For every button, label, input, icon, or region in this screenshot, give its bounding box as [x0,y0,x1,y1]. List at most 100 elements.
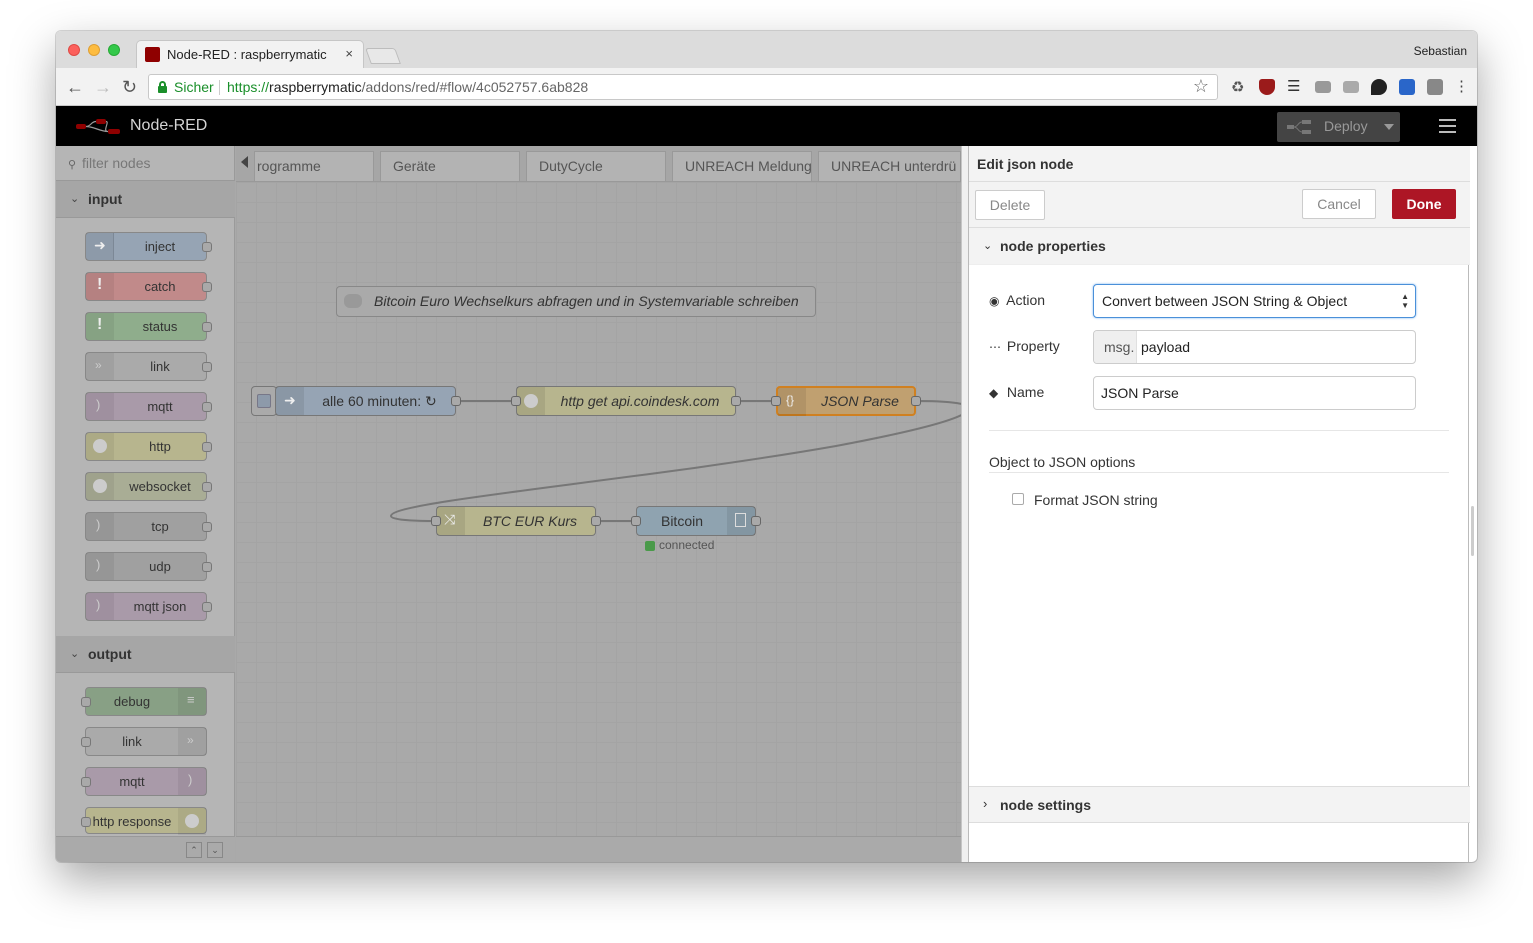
chevron-down-icon[interactable] [1384,124,1394,130]
output-port [202,482,212,492]
palette-node-debug[interactable]: debug ≡ [81,687,207,716]
output-port[interactable] [911,396,921,406]
format-json-label[interactable]: Format JSON string [1034,492,1158,508]
output-port [202,282,212,292]
profile-name[interactable]: Sebastian [1414,44,1467,58]
property-input[interactable]: msg. payload [1093,330,1416,364]
property-label: ⋯ Property [989,338,1060,354]
cancel-button[interactable]: Cancel [1302,189,1376,219]
camera-icon[interactable] [1315,81,1331,93]
inject-trigger-button[interactable] [251,386,277,416]
recycle-icon[interactable]: ♻ [1231,78,1247,96]
list-icon[interactable]: ☰ [1287,77,1303,95]
expand-all-icon[interactable]: ⌄ [207,842,223,858]
maximize-window-button[interactable] [108,44,120,56]
collapse-all-icon[interactable]: ⌃ [186,842,202,858]
lock-icon [158,81,167,93]
input-port[interactable] [771,396,781,406]
canvas-footer [236,836,961,862]
node-properties-section-header[interactable]: ⌄ node properties [969,228,1470,265]
delete-button[interactable]: Delete [975,190,1045,220]
flow-node-http-request[interactable]: http get api.coindesk.com [516,386,736,416]
ellipsis-icon: ⋯ [989,340,1001,354]
output-port[interactable] [751,516,761,526]
sidebar-resizer[interactable] [961,146,968,862]
palette-node-label: status [142,319,178,334]
tray-scrollbar[interactable] [1471,506,1474,556]
palette-category-label: input [88,191,123,207]
forward-arrow-icon[interactable]: → [94,77,112,98]
new-tab-button[interactable] [365,48,401,64]
palette-node-status[interactable]: ! status [85,312,212,341]
output-port[interactable] [731,396,741,406]
flow-node-json-parse[interactable]: {} JSON Parse [776,386,916,416]
more-icon[interactable]: ⋮ [1454,77,1470,95]
input-port[interactable] [511,396,521,406]
reload-icon[interactable]: ↻ [122,77,137,98]
name-input[interactable]: JSON Parse [1093,376,1416,410]
node-settings-section-header[interactable]: › node settings [969,786,1470,823]
action-select[interactable]: Convert between JSON String & Object ▲ ▼ [1093,284,1416,318]
browser-tab-bar: Node-RED : raspberrymatic × Sebastian [56,31,1477,68]
deploy-button[interactable]: Deploy [1277,112,1400,142]
input-port[interactable] [431,516,441,526]
palette-node-mqtt-out[interactable]: mqtt ) [81,767,207,796]
flow-node-change[interactable]: ⤨ BTC EUR Kurs [436,506,596,536]
output-port[interactable] [451,396,461,406]
app-title: Node-RED [130,117,208,134]
flow-node-inject[interactable]: ➜ alle 60 minuten: ↻ [275,386,456,416]
done-button[interactable]: Done [1392,189,1456,219]
property-label-text: Property [1006,338,1060,354]
palette-category-output[interactable]: ⌄ output [56,636,235,673]
name-value[interactable]: JSON Parse [1101,385,1179,401]
flow-wires [389,400,961,522]
output-port [202,402,212,412]
output-port[interactable] [591,516,601,526]
property-type-selector[interactable]: msg. [1094,331,1137,363]
palette-search[interactable]: ⚲ filter nodes [56,146,235,181]
hamburger-menu-icon[interactable] [1439,119,1456,133]
palette-node-inject[interactable]: ➜ inject [85,232,212,261]
close-window-button[interactable] [68,44,80,56]
palette-node-link[interactable]: » link [85,352,212,381]
palette-node-label: udp [149,559,171,574]
palette-node-http[interactable]: http [85,432,212,461]
ublock-icon[interactable] [1259,79,1275,95]
palette-search-input[interactable]: filter nodes [82,155,150,171]
tab-close-icon[interactable]: × [345,46,353,61]
back-arrow-icon[interactable]: ← [66,77,84,98]
palette-node-http-response[interactable]: http response [81,807,207,835]
palette-node-mqtt-json[interactable]: ) mqtt json [85,592,212,621]
divider [989,430,1449,431]
info-icon[interactable] [1399,79,1415,95]
palette-node-catch[interactable]: ! catch [85,272,212,301]
output-port [202,442,212,452]
flow-comment[interactable]: Bitcoin Euro Wechselkurs abfragen und in… [336,286,816,317]
bridge-icon: ) [178,768,206,795]
format-json-checkbox[interactable] [1012,493,1024,505]
jb-icon[interactable] [1427,79,1443,95]
input-port[interactable] [631,516,641,526]
output-port [202,522,212,532]
browser-tab[interactable]: Node-RED : raspberrymatic × [136,40,364,68]
property-value[interactable]: payload [1141,339,1190,355]
palette-category-input[interactable]: ⌄ input [56,181,235,218]
flow-node-bitcoin[interactable]: Bitcoin [636,506,756,536]
palette-node-link-out[interactable]: link » [81,727,207,756]
palette-node-label: inject [144,239,176,254]
output-port [202,562,212,572]
palette-node-mqtt[interactable]: ) mqtt [85,392,212,421]
palette-node-tcp[interactable]: ) tcp [85,512,212,541]
star-icon[interactable]: ☆ [1193,76,1209,97]
name-label-text: Name [1006,384,1045,400]
divider [989,472,1449,473]
url-input[interactable]: Sicher https://raspberrymatic/addons/red… [148,74,1218,100]
action-label: ◉ Action [989,292,1045,308]
palette-node-udp[interactable]: ) udp [85,552,212,581]
flow-canvas[interactable]: rogramme Geräte DutyCycle UNREACH Meldun… [236,146,961,862]
pin-icon[interactable] [1371,79,1387,95]
deploy-icon [1287,120,1311,134]
minimize-window-button[interactable] [88,44,100,56]
palette-node-websocket[interactable]: websocket [85,472,212,501]
tab-icon[interactable] [1343,81,1359,93]
